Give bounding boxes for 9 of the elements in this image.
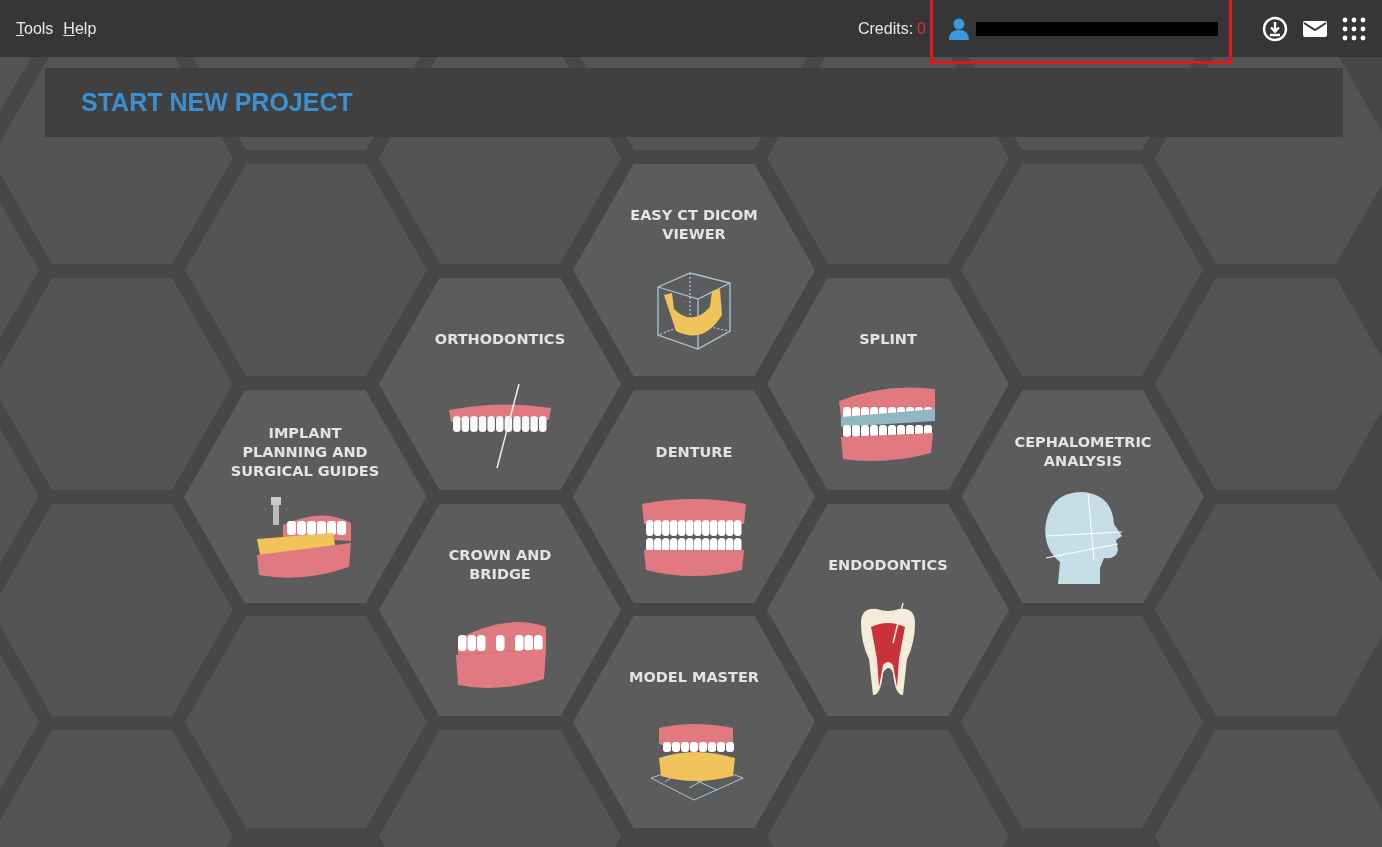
menu-item[interactable]: Help <box>63 19 97 38</box>
apps-grid-icon[interactable] <box>1342 16 1366 41</box>
download-icon[interactable] <box>1262 15 1288 42</box>
credits-label: Credits: <box>857 19 914 38</box>
credits-value: 0 <box>917 19 926 38</box>
banner-title: START NEW PROJECT <box>81 88 353 117</box>
user-icon[interactable] <box>948 17 970 40</box>
mail-icon[interactable] <box>1302 18 1328 39</box>
menu-item[interactable]: Tools <box>16 19 54 38</box>
